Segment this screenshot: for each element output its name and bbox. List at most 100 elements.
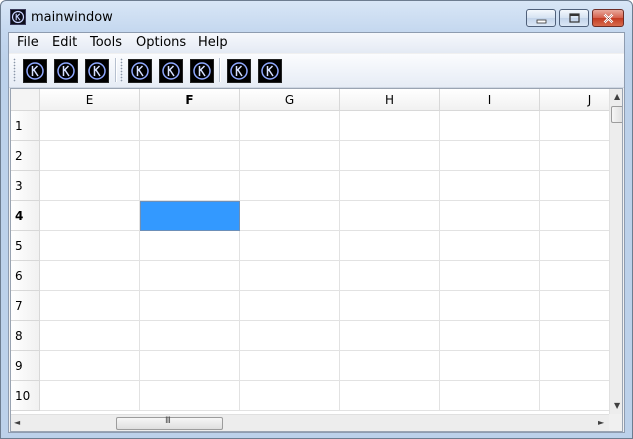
minimize-icon [536, 19, 547, 24]
scroll-down-arrow-icon[interactable]: ▼ [614, 401, 620, 410]
cell-h7[interactable] [340, 291, 440, 321]
cell-h8[interactable] [340, 321, 440, 351]
cell-f6[interactable] [140, 261, 240, 291]
cell-f4[interactable] [140, 201, 240, 231]
vertical-scrollbar[interactable]: ▲ ▼ [609, 89, 622, 414]
toolbar-button-8[interactable] [258, 59, 282, 83]
window-title: mainwindow [31, 10, 113, 25]
column-header-h[interactable]: H [340, 89, 440, 111]
close-icon [603, 13, 614, 24]
row-header-4[interactable]: 4 [11, 201, 40, 231]
toolbar-button-2[interactable] [54, 59, 78, 83]
scrollbar-corner [609, 414, 622, 431]
column-header-f[interactable]: F [140, 89, 240, 111]
scroll-up-arrow-icon[interactable]: ▲ [614, 92, 620, 101]
cell-e1[interactable] [40, 111, 140, 141]
column-header-i[interactable]: I [440, 89, 540, 111]
menu-tools[interactable]: Tools [90, 35, 122, 52]
cell-g7[interactable] [240, 291, 340, 321]
menu-help[interactable]: Help [198, 35, 228, 52]
cell-i8[interactable] [440, 321, 540, 351]
close-button[interactable] [592, 9, 624, 27]
cell-e9[interactable] [40, 351, 140, 381]
cell-h2[interactable] [340, 141, 440, 171]
cell-g2[interactable] [240, 141, 340, 171]
cell-f9[interactable] [140, 351, 240, 381]
cell-e5[interactable] [40, 231, 140, 261]
maximize-button[interactable] [559, 9, 589, 27]
toolbar-grip[interactable] [120, 58, 123, 82]
cell-g8[interactable] [240, 321, 340, 351]
cell-i4[interactable] [440, 201, 540, 231]
cell-g10[interactable] [240, 381, 340, 411]
cell-i3[interactable] [440, 171, 540, 201]
row-header-8[interactable]: 8 [11, 321, 40, 351]
cell-g1[interactable] [240, 111, 340, 141]
menu-options[interactable]: Options [136, 35, 186, 52]
cell-i1[interactable] [440, 111, 540, 141]
horizontal-scroll-thumb[interactable]: III [116, 416, 223, 430]
cell-g4[interactable] [240, 201, 340, 231]
cell-h4[interactable] [340, 201, 440, 231]
vertical-scroll-thumb[interactable] [611, 106, 622, 123]
cell-i6[interactable] [440, 261, 540, 291]
menu-file[interactable]: File [17, 35, 39, 52]
cell-f10[interactable] [140, 381, 240, 411]
toolbar-button-4[interactable] [128, 59, 152, 83]
cell-g3[interactable] [240, 171, 340, 201]
row-header-2[interactable]: 2 [11, 141, 40, 171]
scroll-right-arrow-icon[interactable]: ► [598, 418, 604, 427]
cell-f8[interactable] [140, 321, 240, 351]
cell-h3[interactable] [340, 171, 440, 201]
toolbar-button-5[interactable] [159, 59, 183, 83]
cell-e2[interactable] [40, 141, 140, 171]
row-header-1[interactable]: 1 [11, 111, 40, 141]
cell-h9[interactable] [340, 351, 440, 381]
column-header-e[interactable]: E [40, 89, 140, 111]
cell-e4[interactable] [40, 201, 140, 231]
minimize-button[interactable] [526, 9, 556, 27]
cell-e8[interactable] [40, 321, 140, 351]
row-header-6[interactable]: 6 [11, 261, 40, 291]
cell-i7[interactable] [440, 291, 540, 321]
cell-g9[interactable] [240, 351, 340, 381]
cell-e3[interactable] [40, 171, 140, 201]
cell-i10[interactable] [440, 381, 540, 411]
cell-f5[interactable] [140, 231, 240, 261]
toolbar-button-7[interactable] [227, 59, 251, 83]
cell-f2[interactable] [140, 141, 240, 171]
cell-f7[interactable] [140, 291, 240, 321]
spreadsheet-grid[interactable]: E F G H I J 1 2 3 4 5 6 7 8 9 10 ▲ ▼ ◄ I… [10, 88, 623, 432]
cell-h10[interactable] [340, 381, 440, 411]
cell-i9[interactable] [440, 351, 540, 381]
k-logo-icon [261, 62, 279, 80]
toolbar-button-3[interactable] [85, 59, 109, 83]
cell-h5[interactable] [340, 231, 440, 261]
cell-f3[interactable] [140, 171, 240, 201]
toolbar-grip[interactable] [13, 58, 16, 82]
cell-e10[interactable] [40, 381, 140, 411]
cell-g5[interactable] [240, 231, 340, 261]
cell-e7[interactable] [40, 291, 140, 321]
menu-edit[interactable]: Edit [52, 35, 77, 52]
app-logo-icon[interactable] [10, 9, 26, 25]
select-all-corner[interactable] [11, 89, 40, 111]
row-header-10[interactable]: 10 [11, 381, 40, 411]
cell-i2[interactable] [440, 141, 540, 171]
toolbar-button-6[interactable] [190, 59, 214, 83]
column-header-g[interactable]: G [240, 89, 340, 111]
row-header-7[interactable]: 7 [11, 291, 40, 321]
cell-e6[interactable] [40, 261, 140, 291]
title-bar[interactable]: mainwindow [1, 1, 632, 32]
cell-h6[interactable] [340, 261, 440, 291]
cell-g6[interactable] [240, 261, 340, 291]
scroll-left-arrow-icon[interactable]: ◄ [14, 418, 20, 427]
cell-i5[interactable] [440, 231, 540, 261]
cell-h1[interactable] [340, 111, 440, 141]
toolbar-button-1[interactable] [23, 59, 47, 83]
horizontal-scrollbar[interactable]: ◄ III ► [11, 414, 609, 431]
row-header-5[interactable]: 5 [11, 231, 40, 261]
row-header-3[interactable]: 3 [11, 171, 40, 201]
row-header-9[interactable]: 9 [11, 351, 40, 381]
cell-f1[interactable] [140, 111, 240, 141]
